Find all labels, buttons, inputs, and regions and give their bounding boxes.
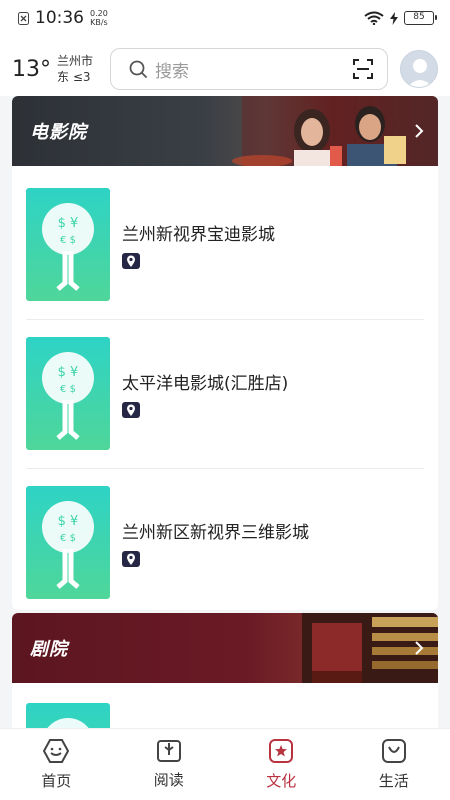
bottom-nav: 首页 阅读 文化 生活 xyxy=(0,728,450,800)
chevron-right-icon xyxy=(415,641,424,655)
svg-text:$ ¥: $ ¥ xyxy=(58,365,79,380)
svg-text:$ ¥: $ ¥ xyxy=(58,514,79,529)
search-placeholder: 搜索 xyxy=(155,61,189,82)
cinema-banner[interactable]: 电影院 xyxy=(12,96,438,166)
life-bag-icon xyxy=(381,739,406,763)
book-icon xyxy=(156,740,181,762)
charging-icon xyxy=(390,11,398,25)
wifi-icon xyxy=(364,11,384,25)
net-speed: 0.20 KB/s xyxy=(90,9,108,27)
scan-icon[interactable] xyxy=(353,59,373,79)
venue-item[interactable]: $ ¥ € $ 兰州新区新视界三维影城 xyxy=(12,468,438,610)
svg-text:€ $: € $ xyxy=(60,384,76,395)
chevron-right-icon xyxy=(415,124,424,138)
avatar[interactable] xyxy=(400,50,438,88)
home-icon xyxy=(43,739,70,763)
svg-text:$ ¥: $ ¥ xyxy=(58,216,79,231)
nav-life[interactable]: 生活 xyxy=(338,729,450,800)
section-title: 剧院 xyxy=(30,639,68,660)
venue-thumbnail: $ ¥€ $ xyxy=(26,703,110,728)
battery-indicator: 85 xyxy=(404,11,437,25)
wind-info: 东 ≤3 xyxy=(57,70,91,84)
section-title: 电影院 xyxy=(30,122,87,143)
temperature: 13° xyxy=(12,56,51,82)
nav-read[interactable]: 阅读 xyxy=(113,729,226,800)
nav-culture[interactable]: 文化 xyxy=(225,729,338,800)
theater-section: 剧院 $ ¥€ $ xyxy=(12,613,438,728)
venue-name: 兰州新区新视界三维影城 xyxy=(122,523,309,543)
money-tree-icon: $ ¥€ $ xyxy=(47,717,89,728)
venue-item[interactable]: $ ¥ € $ 兰州新视界宝迪影城 xyxy=(12,170,438,319)
header: 13° 兰州市 东 ≤3 搜索 xyxy=(0,40,450,98)
nav-home[interactable]: 首页 xyxy=(0,729,113,800)
money-tree-icon: $ ¥ € $ xyxy=(42,202,94,291)
venue-item[interactable]: $ ¥€ $ xyxy=(12,683,438,728)
status-time: 10:36 xyxy=(35,8,84,28)
user-icon xyxy=(407,59,433,87)
venue-name: 太平洋电影城(汇胜店) xyxy=(122,374,289,394)
status-bar: 10:36 0.20 KB/s 85 xyxy=(0,0,450,36)
nav-label: 生活 xyxy=(378,772,409,790)
svg-text:€ $: € $ xyxy=(60,235,76,246)
money-tree-icon: $ ¥ € $ xyxy=(42,351,94,440)
theater-banner[interactable]: 剧院 xyxy=(12,613,438,683)
nav-label: 文化 xyxy=(266,772,297,790)
theater-banner-image xyxy=(302,613,438,683)
venue-item[interactable]: $ ¥ € $ 太平洋电影城(汇胜店) xyxy=(12,319,438,468)
search-icon xyxy=(129,60,147,78)
cinema-section: 电影院 $ ¥ € $ 兰州新视界宝迪影城 $ ¥ € $ 太平洋电影城(汇胜店) xyxy=(12,96,438,610)
location-icon xyxy=(122,551,140,567)
money-tree-icon: $ ¥ € $ xyxy=(42,500,94,589)
search-input[interactable]: 搜索 xyxy=(110,48,388,90)
nav-label: 阅读 xyxy=(153,771,184,789)
venue-thumbnail: $ ¥ € $ xyxy=(26,188,110,301)
location-icon xyxy=(122,253,140,269)
content-area[interactable]: 电影院 $ ¥ € $ 兰州新视界宝迪影城 $ ¥ € $ 太平洋电影城(汇胜店) xyxy=(0,96,450,728)
venue-name: 兰州新视界宝迪影城 xyxy=(122,225,275,245)
nav-label: 首页 xyxy=(41,772,72,790)
culture-star-icon xyxy=(269,739,294,763)
venue-thumbnail: $ ¥ € $ xyxy=(26,486,110,599)
svg-text:€ $: € $ xyxy=(60,533,76,544)
notification-icon xyxy=(18,11,29,25)
weather-widget[interactable]: 13° 兰州市 东 ≤3 xyxy=(12,53,110,85)
venue-thumbnail: $ ¥ € $ xyxy=(26,337,110,450)
location-icon xyxy=(122,402,140,418)
city-name: 兰州市 xyxy=(57,54,94,68)
